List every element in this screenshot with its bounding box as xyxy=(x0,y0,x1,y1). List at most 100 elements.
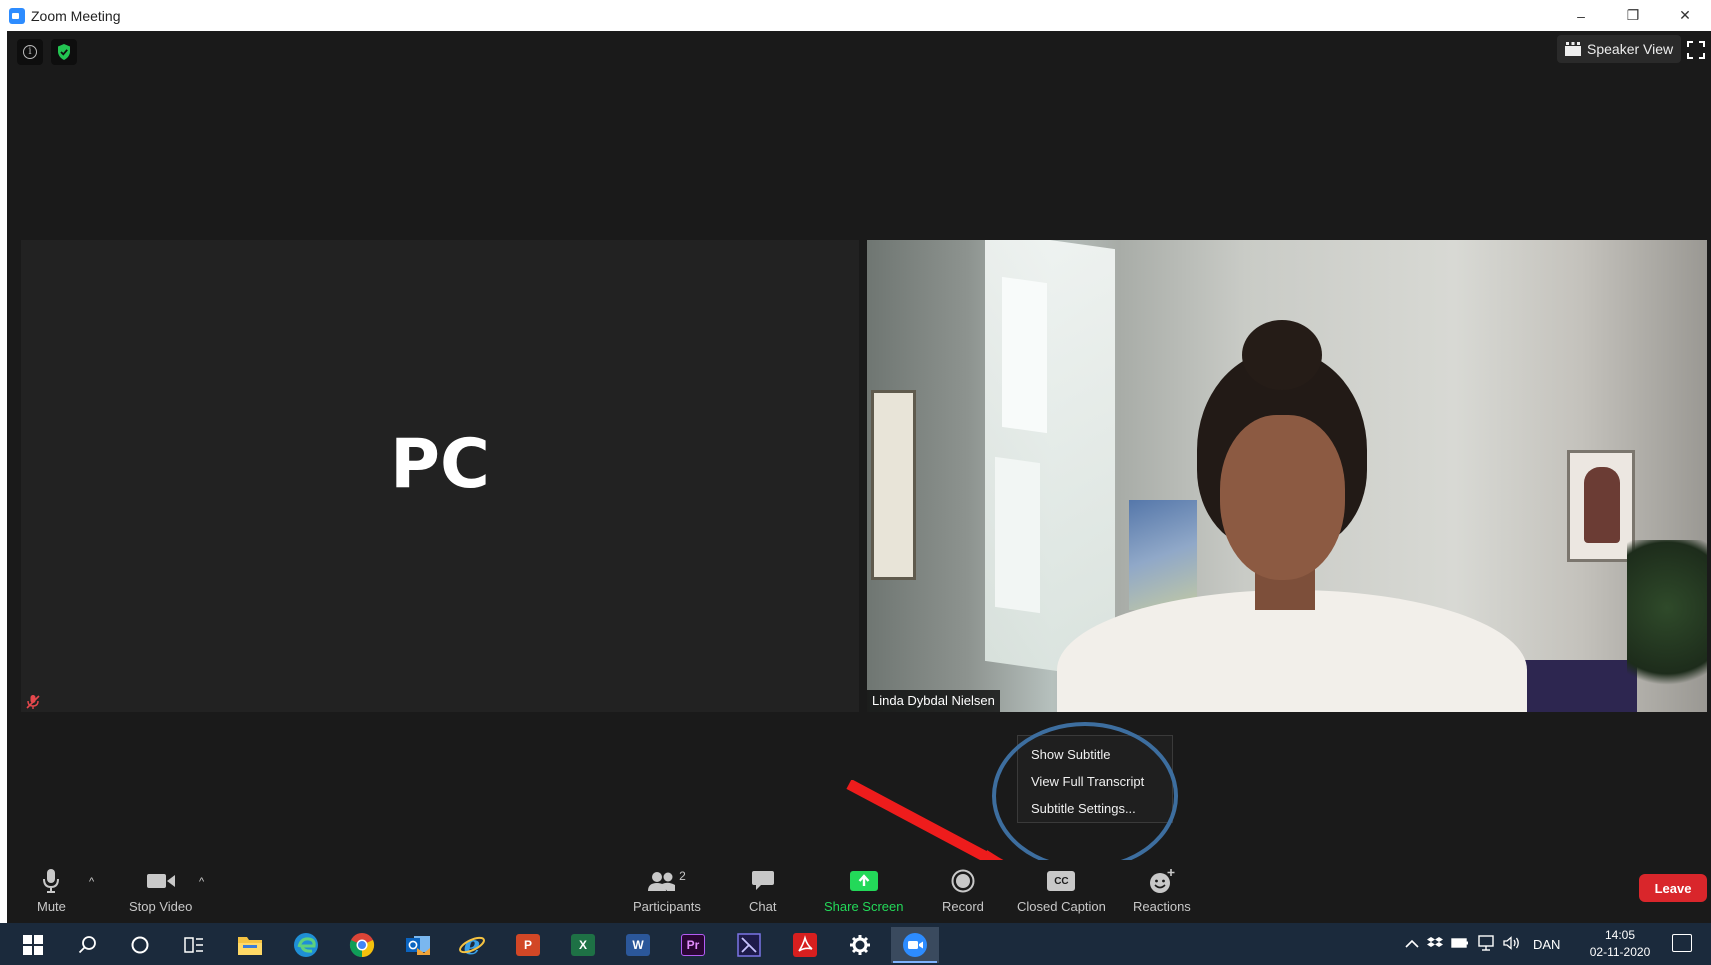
premiere-icon: Pr xyxy=(681,934,705,956)
reactions-smiley-icon xyxy=(1149,869,1175,893)
participants-count: 2 xyxy=(679,869,686,883)
taskbar-powerpoint[interactable]: P xyxy=(504,927,552,963)
participants-button[interactable]: 2 Participants xyxy=(633,866,701,914)
taskbar-excel[interactable]: X xyxy=(559,927,607,963)
restore-button[interactable]: ❐ xyxy=(1607,0,1659,31)
leave-button[interactable]: Leave xyxy=(1639,874,1707,902)
chat-button[interactable]: Chat xyxy=(749,866,776,914)
dropbox-icon[interactable] xyxy=(1427,936,1443,953)
taskbar-zoom[interactable] xyxy=(891,927,939,963)
word-icon: W xyxy=(626,934,650,956)
acrobat-pdf-icon xyxy=(793,933,817,957)
window-controls: – ❐ ✕ xyxy=(1555,0,1711,31)
speaker-view-label: Speaker View xyxy=(1587,41,1674,57)
record-icon xyxy=(951,869,975,893)
search-button[interactable] xyxy=(64,927,112,963)
closed-caption-button[interactable]: CC Closed Caption xyxy=(1017,866,1106,914)
meeting-info-button[interactable]: i xyxy=(17,39,43,65)
zoom-app-icon xyxy=(903,933,927,957)
video-camera-icon xyxy=(146,874,175,888)
close-button[interactable]: ✕ xyxy=(1659,0,1711,31)
svg-text:e: e xyxy=(464,932,481,958)
taskbar-chrome[interactable] xyxy=(338,927,386,963)
person-hair-bun xyxy=(1242,320,1322,390)
taskbar-internet-explorer[interactable]: e xyxy=(448,927,496,963)
cortana-button[interactable] xyxy=(116,927,164,963)
person-face xyxy=(1220,415,1345,580)
action-center-notification-icon[interactable] xyxy=(1672,934,1692,952)
record-button[interactable]: Record xyxy=(942,866,984,914)
chat-label: Chat xyxy=(749,899,777,914)
audio-options-caret[interactable]: ^ xyxy=(89,876,94,888)
info-icon: i xyxy=(23,45,37,59)
input-language[interactable]: DAN xyxy=(1533,937,1560,952)
record-label: Record xyxy=(942,899,984,914)
stop-video-label: Stop Video xyxy=(129,899,193,914)
portrait-painting xyxy=(1567,450,1635,562)
start-button[interactable] xyxy=(9,927,57,963)
house-plant xyxy=(1627,540,1707,710)
system-tray: DAN xyxy=(1405,923,1560,965)
encryption-shield-button[interactable] xyxy=(51,39,77,65)
fullscreen-icon[interactable] xyxy=(1687,41,1705,59)
window-title-bar: Zoom Meeting – ❐ ✕ xyxy=(0,0,1711,31)
stop-video-button[interactable]: Stop Video xyxy=(129,866,192,914)
participant-name-tag: Linda Dybdal Nielsen xyxy=(867,690,1000,712)
meeting-info-icons: i xyxy=(17,39,77,65)
excel-icon: X xyxy=(571,934,595,956)
taskbar-outlook[interactable] xyxy=(394,927,442,963)
participants-icon xyxy=(648,872,676,891)
task-view-button[interactable] xyxy=(170,927,218,963)
closed-caption-icon: CC xyxy=(1047,871,1076,891)
search-icon xyxy=(78,936,96,954)
edge-browser-icon xyxy=(294,933,318,957)
mute-button[interactable]: Mute xyxy=(37,866,66,914)
wall-painting xyxy=(871,390,916,580)
folder-icon xyxy=(238,937,262,955)
reactions-button[interactable]: Reactions xyxy=(1133,866,1191,914)
shield-check-icon xyxy=(58,44,70,60)
speaker-view-button[interactable]: Speaker View xyxy=(1557,35,1682,63)
window-title: Zoom Meeting xyxy=(31,7,121,24)
tray-overflow-chevron-icon[interactable] xyxy=(1405,937,1419,952)
clock-date: 02-11-2020 xyxy=(1589,945,1651,959)
outlook-mail-icon xyxy=(406,936,430,955)
window-pane xyxy=(995,456,1040,614)
video-options-caret[interactable]: ^ xyxy=(199,876,204,888)
minimize-button[interactable]: – xyxy=(1555,0,1607,31)
windows-logo-icon xyxy=(23,935,43,955)
participant-tile-video[interactable]: Linda Dybdal Nielsen xyxy=(867,240,1707,712)
muted-mic-icon xyxy=(26,695,40,709)
speaker-view-icon xyxy=(1565,42,1581,56)
chat-bubble-icon xyxy=(751,871,774,890)
taskbar-premiere[interactable]: Pr xyxy=(669,927,717,963)
taskbar-clock[interactable]: 14:05 02-11-2020 xyxy=(1580,927,1660,961)
taskbar-word[interactable]: W xyxy=(614,927,662,963)
gear-icon xyxy=(850,935,870,955)
closed-caption-label: Closed Caption xyxy=(1017,899,1106,914)
taskbar-file-explorer[interactable] xyxy=(226,927,274,963)
clock-time: 14:05 xyxy=(1604,928,1636,942)
share-screen-label: Share Screen xyxy=(824,899,904,914)
media-encoder-icon xyxy=(737,933,761,957)
taskbar-media-app[interactable] xyxy=(725,927,773,963)
mute-label: Mute xyxy=(37,899,66,914)
taskbar-edge[interactable] xyxy=(282,927,330,963)
participant-tile-pc[interactable]: PC xyxy=(21,240,859,712)
share-screen-button[interactable]: Share Screen xyxy=(824,866,904,914)
share-screen-icon xyxy=(849,871,878,891)
reactions-label: Reactions xyxy=(1133,899,1191,914)
chrome-browser-icon xyxy=(349,933,375,958)
network-icon[interactable] xyxy=(1477,934,1495,954)
microphone-icon xyxy=(43,869,60,893)
participant-initials: PC xyxy=(390,425,490,504)
volume-icon[interactable] xyxy=(1503,935,1521,953)
taskbar-acrobat[interactable] xyxy=(781,927,829,963)
taskbar-settings[interactable] xyxy=(836,927,884,963)
window-pane xyxy=(1002,276,1047,434)
wall-painting xyxy=(1129,500,1197,610)
task-view-icon xyxy=(184,937,203,953)
internet-explorer-icon: e xyxy=(459,932,485,958)
windows-taskbar: e P X W Pr DAN 14:05 02-11-2020 xyxy=(0,923,1711,965)
battery-icon[interactable] xyxy=(1451,937,1469,952)
